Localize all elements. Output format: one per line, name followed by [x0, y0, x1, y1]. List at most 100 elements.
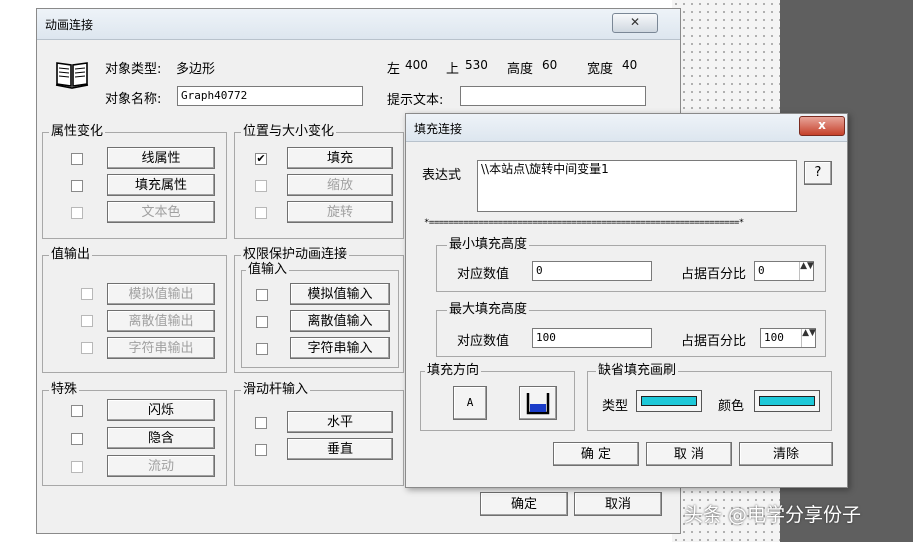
fill-cancel-button[interactable]: 取 消	[646, 442, 732, 466]
left-label: 左	[387, 62, 401, 77]
analog-input-checkbox[interactable]	[256, 289, 268, 301]
horizontal-button[interactable]: 水平	[287, 411, 393, 433]
flow-checkbox	[71, 461, 83, 473]
analog-output-checkbox	[81, 288, 93, 300]
expression-field[interactable]: \\本站点\旋转中间变量1	[477, 160, 797, 212]
scale-checkbox	[255, 180, 267, 192]
titlebar: 填充连接 x	[406, 114, 847, 142]
max-fill-group: 最大填充高度 对应数值 100 占据百分比 100 ▲▼	[436, 303, 826, 357]
left-value: 400	[405, 58, 428, 72]
position-size-group: 位置与大小变化 ✔ 填充 缩放 旋转	[234, 125, 404, 239]
group-label: 滑动杆输入	[241, 382, 311, 397]
object-name-field[interactable]: Graph40772	[177, 86, 363, 106]
close-button[interactable]: ✕	[612, 13, 658, 33]
min-percent-spinner[interactable]: ▲▼	[799, 262, 814, 280]
vertical-button[interactable]: 垂直	[287, 438, 393, 460]
object-type-label: 对象类型:	[105, 62, 162, 77]
default-brush-group: 缺省填充画刷 类型 颜色	[587, 364, 832, 431]
brush-type-swatch	[641, 396, 697, 406]
fill-checkbox[interactable]: ✔	[255, 153, 267, 165]
close-button[interactable]: x	[799, 116, 845, 136]
analog-input-button[interactable]: 模拟值输入	[290, 283, 390, 305]
watermark-text: 头条 @电学分享份子	[684, 504, 862, 526]
group-label: 特殊	[49, 382, 80, 397]
top-value: 530	[465, 58, 488, 72]
discrete-input-button[interactable]: 离散值输入	[290, 310, 390, 332]
separator-line: *=======================================…	[424, 218, 744, 228]
tooltip-text-label: 提示文本:	[387, 93, 444, 108]
fill-attr-checkbox[interactable]	[71, 180, 83, 192]
string-output-button: 字符串输出	[107, 337, 215, 359]
value-input-subgroup: 值输入 模拟值输入 离散值输入 字符串输入	[241, 263, 399, 368]
max-value-field[interactable]: 100	[532, 328, 652, 348]
group-label: 最小填充高度	[447, 237, 530, 252]
group-label: 属性变化	[49, 124, 106, 139]
close-icon: ✕	[629, 15, 641, 29]
text-color-button: 文本色	[107, 201, 215, 223]
fill-direction-button[interactable]	[519, 386, 557, 420]
group-label: 位置与大小变化	[241, 124, 337, 139]
expression-label: 表达式	[422, 168, 462, 183]
attribute-change-group: 属性变化 线属性 填充属性 文本色	[42, 125, 227, 239]
slider-input-group: 滑动杆输入 水平 垂直	[234, 383, 404, 486]
rotate-checkbox	[255, 207, 267, 219]
max-percent-spinner[interactable]: ▲▼	[801, 329, 816, 347]
group-label: 值输出	[49, 247, 93, 262]
check-icon: ✔	[256, 152, 266, 165]
discrete-input-checkbox[interactable]	[256, 316, 268, 328]
blink-button[interactable]: 闪烁	[107, 399, 215, 421]
fill-ok-button[interactable]: 确 定	[553, 442, 639, 466]
group-label: 权限保护动画连接	[241, 247, 350, 262]
width-label: 宽度	[587, 62, 614, 77]
hide-checkbox[interactable]	[71, 433, 83, 445]
fill-attr-button[interactable]: 填充属性	[107, 174, 215, 196]
discrete-output-button: 离散值输出	[107, 310, 215, 332]
brush-color-swatch	[759, 396, 815, 406]
book-icon	[55, 62, 89, 89]
brush-type-button[interactable]	[636, 390, 702, 412]
vertical-checkbox[interactable]	[255, 444, 267, 456]
blink-checkbox[interactable]	[71, 405, 83, 417]
string-input-button[interactable]: 字符串输入	[290, 337, 390, 359]
fill-button[interactable]: 填充	[287, 147, 393, 169]
min-percent-label: 占据百分比	[681, 267, 747, 282]
string-input-checkbox[interactable]	[256, 343, 268, 355]
hide-button[interactable]: 隐含	[107, 427, 215, 449]
discrete-output-checkbox	[81, 315, 93, 327]
line-attr-button[interactable]: 线属性	[107, 147, 215, 169]
height-label: 高度	[507, 62, 534, 77]
horizontal-checkbox[interactable]	[255, 417, 267, 429]
direction-a-button[interactable]: A	[453, 386, 487, 420]
text-color-checkbox	[71, 207, 83, 219]
rotate-button: 旋转	[287, 201, 393, 223]
group-label: 缺省填充画刷	[596, 363, 679, 378]
fill-link-dialog: 填充连接 x 表达式 \\本站点\旋转中间变量1 ? *============…	[405, 113, 848, 488]
width-value: 40	[622, 58, 638, 72]
flow-button: 流动	[107, 455, 215, 477]
subgroup-label: 值输入	[246, 262, 290, 277]
value-output-group: 值输出 模拟值输出 离散值输出 字符串输出	[42, 248, 227, 373]
max-percent-label: 占据百分比	[681, 334, 747, 349]
group-label: 填充方向	[425, 363, 482, 378]
permission-link-group: 权限保护动画连接 值输入 模拟值输入 离散值输入 字符串输入	[234, 248, 404, 373]
tooltip-text-field[interactable]	[460, 86, 646, 106]
min-value-label: 对应数值	[457, 267, 510, 282]
special-group: 特殊 闪烁 隐含 流动	[42, 383, 227, 486]
close-icon: x	[818, 118, 826, 132]
cancel-button[interactable]: 取消	[574, 492, 662, 516]
brush-type-label: 类型	[602, 399, 629, 414]
dialog-title: 填充连接	[414, 122, 463, 136]
line-attr-checkbox[interactable]	[71, 153, 83, 165]
help-button[interactable]: ?	[804, 161, 832, 185]
fill-clear-button[interactable]: 清除	[739, 442, 833, 466]
brush-color-button[interactable]	[754, 390, 820, 412]
top-label: 上	[446, 62, 460, 77]
fill-bottom-icon	[526, 393, 550, 415]
min-fill-group: 最小填充高度 对应数值 0 占据百分比 0 ▲▼	[436, 238, 826, 292]
object-name-label: 对象名称:	[105, 92, 162, 107]
height-value: 60	[542, 58, 558, 72]
min-value-field[interactable]: 0	[532, 261, 652, 281]
scale-button: 缩放	[287, 174, 393, 196]
ok-button[interactable]: 确定	[480, 492, 568, 516]
object-type-value: 多边形	[176, 62, 216, 77]
